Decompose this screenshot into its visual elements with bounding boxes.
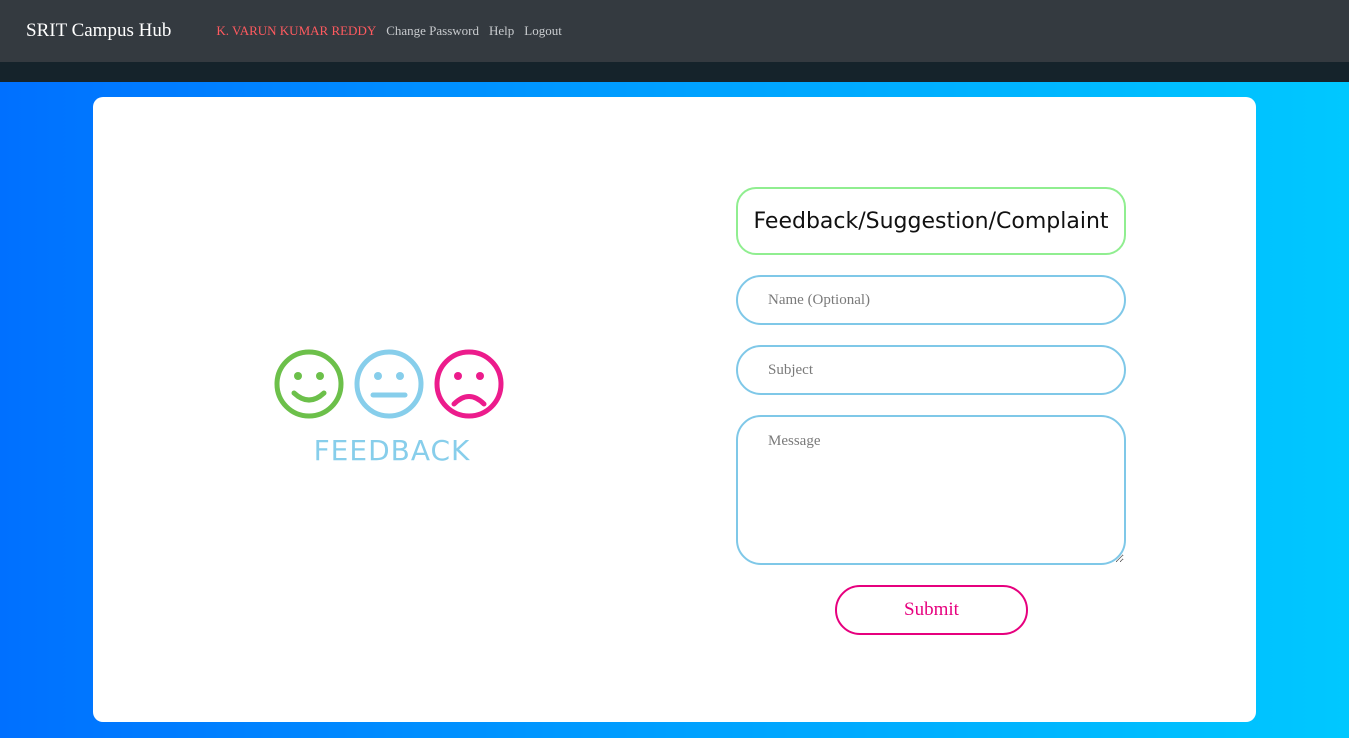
brand-link[interactable]: SRIT Campus Hub xyxy=(26,20,171,42)
user-name-link[interactable]: K. VARUN KUMAR REDDY xyxy=(216,23,376,39)
top-navbar: SRIT Campus Hub K. VARUN KUMAR REDDY Cha… xyxy=(0,0,1349,62)
sad-face-icon xyxy=(434,349,504,419)
logout-link[interactable]: Logout xyxy=(524,23,562,39)
help-link[interactable]: Help xyxy=(489,23,514,39)
nav-links: K. VARUN KUMAR REDDY Change Password Hel… xyxy=(216,23,562,39)
change-password-link[interactable]: Change Password xyxy=(386,23,479,39)
happy-face-icon xyxy=(274,349,344,419)
feedback-illustration: FEEDBACK xyxy=(274,349,504,467)
subject-input[interactable] xyxy=(736,345,1126,395)
form-title: Feedback/Suggestion/Complaint xyxy=(736,187,1126,255)
name-input[interactable] xyxy=(736,275,1126,325)
message-textarea[interactable] xyxy=(736,415,1126,565)
neutral-face-icon xyxy=(354,349,424,419)
navbar-shadow-strip xyxy=(0,62,1349,82)
feedback-illustration-text: FEEDBACK xyxy=(314,434,471,467)
submit-button[interactable]: Submit xyxy=(835,585,1028,635)
